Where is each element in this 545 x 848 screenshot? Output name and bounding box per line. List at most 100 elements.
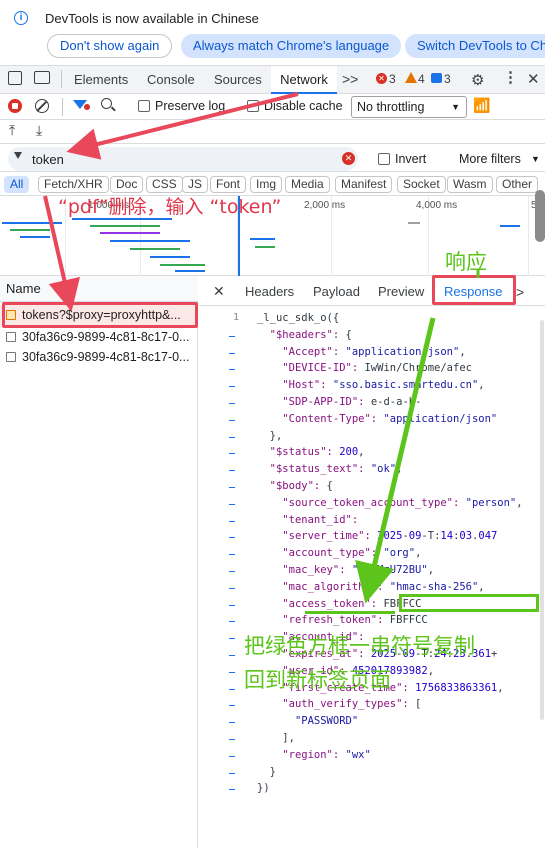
close-devtools-icon[interactable]: ✕ (527, 70, 540, 88)
type-filter-manifest[interactable]: Manifest (335, 176, 393, 193)
response-scrollbar[interactable] (540, 320, 544, 720)
tab-console[interactable]: Console (147, 72, 195, 87)
line-marker (229, 487, 235, 488)
line-marker (229, 688, 235, 690)
name-column-header[interactable]: Name (0, 276, 198, 302)
invert-label: Invert (395, 152, 427, 166)
type-filter-font[interactable]: Font (210, 176, 247, 193)
response-code-line: "tenant_id": (282, 513, 359, 526)
more-options-icon[interactable]: ⋮ (503, 68, 518, 86)
import-har-icon[interactable]: ⤒ (9, 122, 15, 139)
warning-count[interactable]: 4 (418, 72, 425, 86)
request-row[interactable]: 30fa36c9-9899-4c81-8c17-0... (0, 327, 198, 347)
annotation-underline (305, 611, 395, 614)
type-filter-media[interactable]: Media (285, 176, 330, 193)
tab-preview[interactable]: Preview (378, 284, 424, 299)
always-match-language-button[interactable]: Always match Chrome's language (181, 34, 402, 58)
preserve-log-checkbox[interactable] (138, 100, 150, 112)
filter-input-value[interactable]: token (32, 152, 64, 167)
response-code-line: "PASSWORD" (294, 715, 359, 728)
document-icon (6, 352, 16, 362)
response-code-line: "access_token": FBFFCC (282, 597, 422, 610)
response-body-viewer[interactable]: 1 _l_uc_sdk_o({ "$headers": { "Accept": "… (199, 306, 545, 848)
request-name: 30fa36c9-9899-4c81-8c17-0... (22, 350, 190, 364)
line-marker (229, 403, 235, 404)
line-marker (229, 537, 235, 539)
timeline-request-bar (90, 225, 160, 227)
switch-devtools-language-button[interactable]: Switch DevTools to Ch (405, 34, 545, 58)
line-marker (229, 789, 235, 791)
type-filter-img[interactable]: Img (250, 176, 283, 193)
line-marker (229, 655, 235, 656)
invert-checkbox[interactable] (378, 153, 390, 165)
line-marker (229, 352, 235, 354)
annotation-copy-line1: 把绿色方框一串符号复制 (244, 634, 475, 658)
type-filter-socket[interactable]: Socket (397, 176, 446, 193)
response-code-line: }, (257, 429, 283, 442)
preserve-log-label: Preserve log (155, 99, 226, 113)
line-marker (229, 772, 235, 774)
more-detail-tabs-button[interactable]: > (516, 284, 524, 300)
export-har-icon[interactable]: ⤓ (36, 122, 42, 139)
line-marker (229, 671, 235, 673)
annotation-response: 响应 (445, 250, 487, 274)
response-code-line: }) (257, 782, 270, 795)
response-code-line: "refresh_token": FBFFCC (282, 614, 428, 627)
response-code-line: "DEVICE-ID": IwWin/Chrome/afec (282, 362, 472, 375)
line-number: 1 (232, 312, 239, 323)
throttling-select[interactable]: No throttling ▼ (351, 96, 467, 118)
clear-icon[interactable] (35, 99, 49, 113)
line-marker (229, 520, 235, 522)
response-code-line: "Content-Type": "application/json" (282, 412, 498, 425)
more-filters-button[interactable]: More filters (459, 152, 521, 166)
timeline-label: 4,000 ms (416, 200, 458, 211)
settings-gear-icon[interactable]: ⚙ (471, 71, 484, 89)
dont-show-again-button[interactable]: Don't show again (47, 34, 173, 58)
type-filter-js[interactable]: JS (182, 176, 209, 193)
tab-sources[interactable]: Sources (214, 72, 262, 87)
response-code-line: "$status_text": "ok", (269, 463, 403, 476)
timeline-request-bar (150, 256, 190, 258)
line-marker (229, 503, 235, 505)
response-code-line: "account_type": "org", (282, 547, 422, 560)
record-icon[interactable] (8, 99, 22, 113)
line-marker (229, 386, 235, 388)
line-marker (229, 335, 235, 337)
timeline-scrollbar[interactable] (535, 190, 545, 242)
tab-network[interactable]: Network (271, 66, 337, 94)
disable-cache-checkbox[interactable] (247, 100, 259, 112)
response-code-line: "$status": 200, (269, 446, 365, 459)
response-code-line: "source_token_account_type": "person", (282, 496, 523, 509)
response-code-line: "mac_algorithm": "hmac-sha-256", (282, 580, 485, 593)
type-filter-doc[interactable]: Doc (110, 176, 144, 193)
response-code-line: "mac_key": "q4RMzU72BU", (282, 564, 435, 576)
tabs-divider (61, 70, 62, 88)
response-code-line: _l_uc_sdk_o({ (257, 312, 340, 324)
network-conditions-icon[interactable]: 📶 (473, 97, 490, 114)
response-code-line: "$body": { (269, 480, 333, 492)
type-filter-other[interactable]: Other (496, 176, 539, 193)
timeline-request-bar (500, 225, 520, 227)
tab-headers[interactable]: Headers (245, 284, 294, 299)
clear-filter-icon[interactable]: ✕ (342, 152, 355, 165)
error-count[interactable]: 3 (389, 72, 396, 86)
line-marker (229, 604, 235, 606)
tab-payload[interactable]: Payload (313, 284, 360, 299)
response-code-line: } (257, 765, 276, 778)
line-marker (229, 621, 235, 623)
search-icon[interactable] (101, 98, 116, 112)
line-marker (229, 470, 235, 472)
inspect-element-icon[interactable] (8, 71, 22, 85)
request-row[interactable]: 30fa36c9-9899-4c81-8c17-0... (0, 347, 198, 367)
type-filter-css[interactable]: CSS (146, 176, 183, 193)
more-tabs-button[interactable]: >> (342, 71, 358, 87)
message-count[interactable]: 3 (444, 72, 451, 86)
response-code-line: "$headers": { (269, 328, 352, 341)
close-detail-icon[interactable]: ✕ (213, 283, 225, 300)
tab-elements[interactable]: Elements (74, 72, 128, 87)
device-toolbar-icon[interactable] (34, 71, 50, 84)
timeline-request-bar (110, 240, 190, 242)
disable-cache-label: Disable cache (264, 99, 343, 113)
type-filter-wasm[interactable]: Wasm (447, 176, 493, 193)
type-filter-all[interactable]: All (4, 176, 30, 193)
